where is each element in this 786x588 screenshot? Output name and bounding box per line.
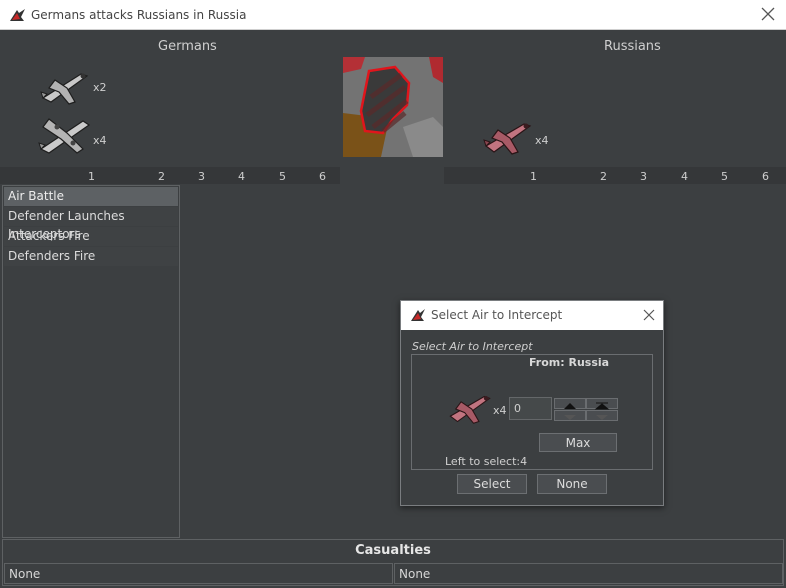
attacker-dice-row bbox=[0, 167, 340, 184]
game-icon bbox=[9, 7, 26, 23]
fighter-plane-icon bbox=[449, 395, 491, 424]
defender-unit-count: x4 bbox=[535, 134, 549, 147]
defender-dice-row bbox=[444, 167, 786, 184]
attacker-die-label: 5 bbox=[279, 170, 286, 183]
casualties-title: Casualties bbox=[355, 543, 431, 558]
defender-name: Russians bbox=[604, 39, 661, 54]
step-air-battle[interactable]: Air Battle bbox=[4, 187, 178, 206]
intercept-dialog: Select Air to Intercept Select Air to In… bbox=[400, 300, 664, 506]
attacker-die-label: 6 bbox=[319, 170, 326, 183]
defender-die-label: 6 bbox=[762, 170, 769, 183]
fighter-plane-icon bbox=[483, 123, 532, 155]
bomber-plane-icon bbox=[38, 118, 91, 154]
dialog-title: Select Air to Intercept bbox=[431, 308, 563, 322]
attacker-die-label: 1 bbox=[88, 170, 95, 183]
left-to-select-label: Left to select:4 bbox=[445, 455, 528, 468]
increment-button[interactable] bbox=[554, 398, 586, 409]
attacker-unit-count: x4 bbox=[93, 134, 107, 147]
close-icon[interactable] bbox=[758, 4, 778, 24]
attacker-die-label: 4 bbox=[238, 170, 245, 183]
defender-casualties: None bbox=[394, 563, 783, 584]
dialog-subtitle: Select Air to Intercept bbox=[412, 340, 533, 353]
dialog-titlebar: Select Air to Intercept bbox=[401, 301, 663, 330]
attacker-die-label: 2 bbox=[158, 170, 165, 183]
window-title: Germans attacks Russians in Russia bbox=[31, 8, 247, 22]
decrement-max-button[interactable] bbox=[586, 410, 618, 421]
step-defenders-fire[interactable]: Defenders Fire bbox=[4, 247, 178, 266]
window-titlebar: Germans attacks Russians in Russia bbox=[0, 0, 786, 30]
double-down-icon bbox=[596, 415, 608, 420]
unit-count: x4 bbox=[493, 404, 507, 417]
attacker-name: Germans bbox=[158, 39, 217, 54]
select-button[interactable]: Select bbox=[457, 474, 527, 494]
quantity-input[interactable] bbox=[509, 397, 552, 420]
attacker-unit-count: x2 bbox=[93, 81, 107, 94]
battle-steps-list: Air Battle Defender Launches Interceptor… bbox=[2, 185, 180, 538]
step-defender-launches-interceptors[interactable]: Defender Launches Interceptors bbox=[4, 207, 178, 241]
attacker-casualties: None bbox=[4, 563, 393, 584]
defender-die-label: 4 bbox=[681, 170, 688, 183]
increment-max-button[interactable] bbox=[586, 398, 618, 410]
defender-die-label: 5 bbox=[721, 170, 728, 183]
unit-selection-box: From: Russia x4 Max Left to select:4 bbox=[411, 354, 653, 470]
defender-die-label: 3 bbox=[640, 170, 647, 183]
fighter-plane-icon bbox=[40, 73, 89, 105]
from-territory-label: From: Russia bbox=[529, 356, 610, 369]
game-icon bbox=[411, 309, 425, 321]
max-button[interactable]: Max bbox=[539, 433, 617, 452]
decrement-button[interactable] bbox=[554, 410, 586, 421]
step-attackers-fire[interactable]: Attackers Fire bbox=[4, 227, 178, 246]
double-up-icon bbox=[594, 402, 610, 410]
none-button[interactable]: None bbox=[537, 474, 607, 494]
close-icon[interactable] bbox=[641, 307, 657, 323]
triangle-up-icon bbox=[564, 403, 576, 409]
casualties-panel: Casualties None None bbox=[2, 539, 784, 586]
triangle-down-icon bbox=[564, 415, 576, 420]
defender-die-label: 2 bbox=[600, 170, 607, 183]
defender-die-label: 1 bbox=[530, 170, 537, 183]
attacker-die-label: 3 bbox=[198, 170, 205, 183]
territory-map-icon bbox=[343, 57, 443, 157]
